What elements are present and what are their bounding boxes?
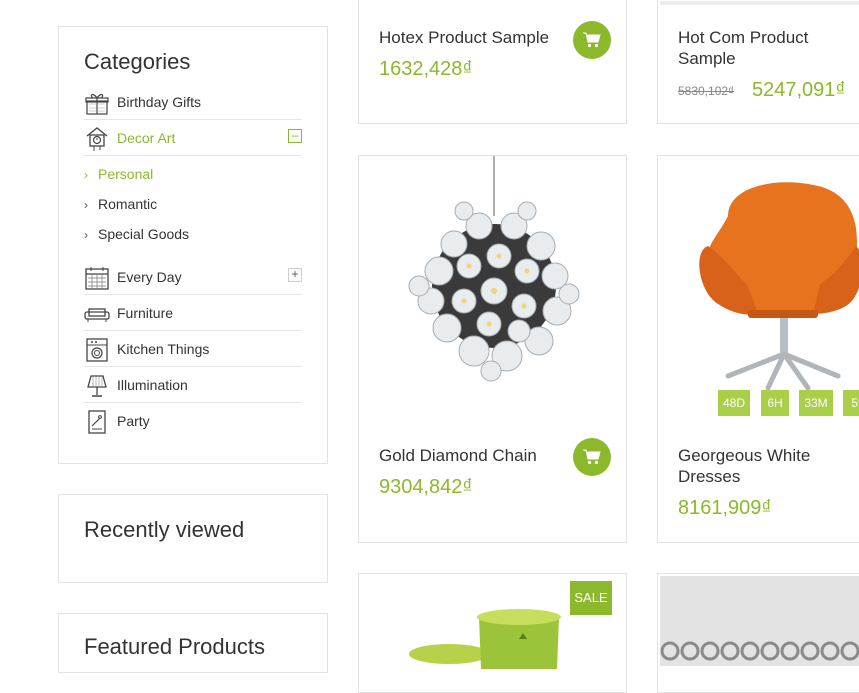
product-image[interactable] — [660, 576, 859, 666]
subcategory-label: Romantic — [98, 196, 158, 212]
category-party[interactable]: Party — [84, 403, 302, 439]
product-card[interactable]: SALE — [358, 573, 627, 693]
featured-products-panel: Featured Products — [58, 613, 328, 673]
product-card[interactable] — [657, 573, 859, 693]
category-kitchen-things[interactable]: Kitchen Things — [84, 331, 302, 367]
cart-icon — [583, 32, 601, 48]
countdown-hours: 6H — [761, 390, 789, 416]
categories-title: Categories — [84, 49, 191, 74]
category-birthday-gifts[interactable]: Birthday Gifts — [84, 84, 302, 120]
stove-icon — [84, 337, 110, 363]
category-label: Furniture — [117, 305, 174, 321]
categories-panel: Categories Birthday Gifts Decor Art – › P… — [58, 26, 328, 464]
expand-toggle[interactable]: + — [288, 268, 302, 282]
subcategory-special-goods[interactable]: › Special Goods — [84, 226, 189, 242]
subcategory-label: Special Goods — [98, 226, 190, 242]
calendar-icon — [84, 265, 110, 291]
collapse-toggle[interactable]: – — [288, 129, 302, 143]
cuckoo-clock-icon — [84, 126, 110, 152]
recently-viewed-panel: Recently viewed — [58, 494, 328, 583]
category-label: Every Day — [117, 269, 182, 285]
product-name[interactable]: Hot Com Product Sample — [678, 27, 838, 69]
add-to-cart-button[interactable] — [573, 438, 611, 476]
product-card[interactable]: Gold Diamond Chain 9304,842₫ — [358, 155, 627, 543]
product-card[interactable]: Hot Com Product Sample 5830,102₫ 5247,09… — [657, 0, 859, 124]
product-name[interactable]: Gold Diamond Chain — [379, 445, 537, 466]
product-card[interactable]: 48D 6H 33M 59 Georgeous White Dresses 81… — [657, 155, 859, 543]
cart-icon — [583, 449, 601, 465]
product-price: 9304,842₫ — [379, 476, 473, 498]
category-label: Party — [117, 413, 150, 429]
product-name[interactable]: Georgeous White Dresses — [678, 445, 838, 487]
subcategory-personal[interactable]: › Personal — [84, 166, 153, 182]
category-label: Illumination — [117, 377, 188, 393]
subcategory-romantic[interactable]: › Romantic — [84, 196, 157, 212]
product-name[interactable]: Hotex Product Sample — [379, 27, 549, 48]
subcategory-label: Personal — [98, 166, 154, 182]
category-label: Kitchen Things — [117, 341, 210, 357]
category-label: Decor Art — [117, 130, 176, 146]
category-every-day[interactable]: Every Day + — [84, 259, 302, 295]
gift-icon — [84, 90, 110, 116]
product-price: 5247,091₫ — [752, 79, 846, 101]
add-to-cart-button[interactable] — [573, 21, 611, 59]
sofa-icon — [84, 301, 110, 327]
invitation-icon — [84, 409, 110, 435]
countdown-minutes: 33M — [799, 390, 833, 416]
category-label: Birthday Gifts — [117, 94, 202, 110]
chevron-right-icon: › — [84, 198, 88, 212]
recently-viewed-title: Recently viewed — [84, 517, 245, 542]
countdown-seconds: 59 — [843, 390, 859, 416]
category-decor-art[interactable]: Decor Art – — [84, 120, 302, 156]
chevron-right-icon: › — [84, 168, 88, 182]
product-image[interactable] — [389, 599, 589, 669]
product-image[interactable] — [688, 176, 859, 396]
sale-badge: SALE — [570, 581, 612, 615]
featured-products-title: Featured Products — [84, 634, 265, 659]
product-price: 8161,909₫ — [678, 497, 772, 519]
lamp-icon — [84, 373, 110, 399]
product-old-price: 5830,102₫ — [678, 84, 735, 98]
category-furniture[interactable]: Furniture — [84, 295, 302, 331]
product-image-strip — [660, 1, 859, 5]
category-illumination[interactable]: Illumination — [84, 367, 302, 403]
chevron-right-icon: › — [84, 228, 88, 242]
product-card[interactable]: Hotex Product Sample 1632,428₫ — [358, 0, 627, 124]
product-image[interactable] — [379, 156, 609, 406]
product-price: 1632,428₫ — [379, 58, 473, 80]
countdown-days: 48D — [718, 390, 750, 416]
